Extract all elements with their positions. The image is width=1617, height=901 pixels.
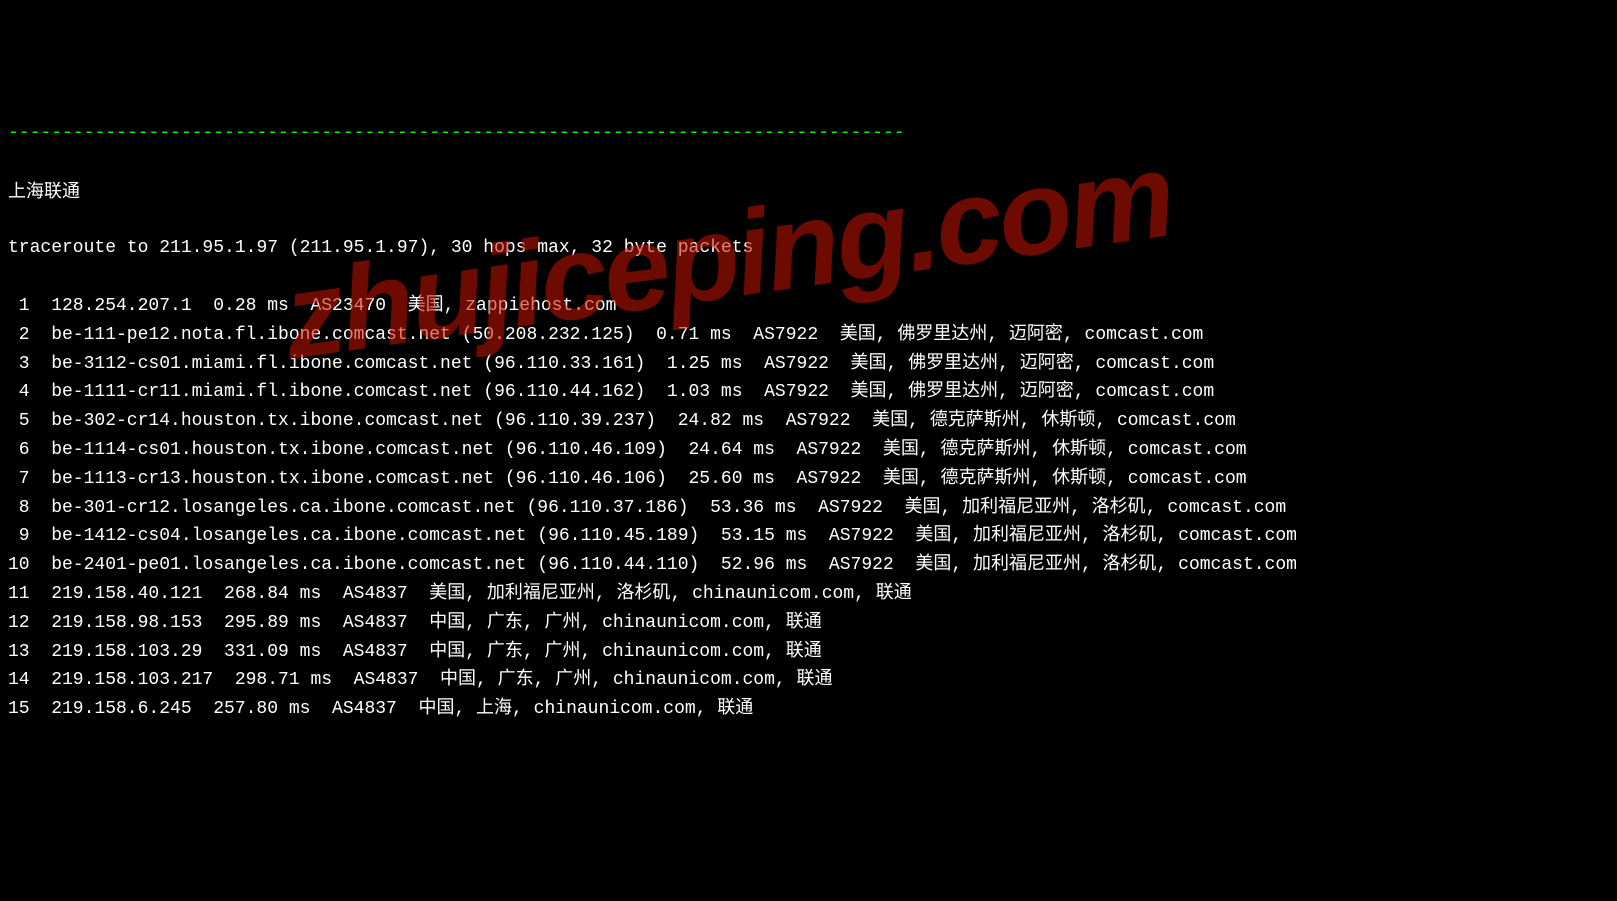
hop-number: 12 — [8, 609, 30, 638]
hop-row: 10 be-2401-pe01.losangeles.ca.ibone.comc… — [8, 551, 1609, 580]
hop-row: 11 219.158.40.121 268.84 ms AS4837 美国, 加… — [8, 580, 1609, 609]
hops-list: 1 128.254.207.1 0.28 ms AS23470 美国, zapp… — [8, 292, 1609, 724]
hop-row: 7 be-1113-cr13.houston.tx.ibone.comcast.… — [8, 465, 1609, 494]
hop-number: 1 — [8, 292, 30, 321]
hop-details: be-2401-pe01.losangeles.ca.ibone.comcast… — [30, 555, 1297, 575]
hop-number: 14 — [8, 666, 30, 695]
hop-details: be-1114-cs01.houston.tx.ibone.comcast.ne… — [30, 440, 1247, 460]
hop-number: 13 — [8, 638, 30, 667]
hop-details: 219.158.98.153 295.89 ms AS4837 中国, 广东, … — [30, 613, 822, 633]
hop-details: be-1412-cs04.losangeles.ca.ibone.comcast… — [30, 526, 1297, 546]
hop-row: 15 219.158.6.245 257.80 ms AS4837 中国, 上海… — [8, 695, 1609, 724]
hop-row: 2 be-111-pe12.nota.fl.ibone.comcast.net … — [8, 321, 1609, 350]
hop-row: 14 219.158.103.217 298.71 ms AS4837 中国, … — [8, 666, 1609, 695]
hop-details: 219.158.103.29 331.09 ms AS4837 中国, 广东, … — [30, 642, 822, 662]
hop-details: 219.158.40.121 268.84 ms AS4837 美国, 加利福尼… — [30, 584, 912, 604]
separator-line: ----------------------------------------… — [8, 119, 1609, 148]
hop-row: 4 be-1111-cr11.miami.fl.ibone.comcast.ne… — [8, 378, 1609, 407]
hop-row: 6 be-1114-cs01.houston.tx.ibone.comcast.… — [8, 436, 1609, 465]
hop-details: be-1113-cr13.houston.tx.ibone.comcast.ne… — [30, 469, 1247, 489]
hop-number: 10 — [8, 551, 30, 580]
hop-details: 219.158.6.245 257.80 ms AS4837 中国, 上海, c… — [30, 699, 754, 719]
hop-number: 4 — [8, 378, 30, 407]
hop-row: 5 be-302-cr14.houston.tx.ibone.comcast.n… — [8, 407, 1609, 436]
hop-details: 128.254.207.1 0.28 ms AS23470 美国, zappie… — [30, 296, 617, 316]
hop-row: 13 219.158.103.29 331.09 ms AS4837 中国, 广… — [8, 638, 1609, 667]
hop-details: be-301-cr12.losangeles.ca.ibone.comcast.… — [30, 498, 1287, 518]
hop-number: 5 — [8, 407, 30, 436]
traceroute-title: 上海联通 — [8, 177, 1609, 206]
hop-row: 12 219.158.98.153 295.89 ms AS4837 中国, 广… — [8, 609, 1609, 638]
hop-details: be-302-cr14.houston.tx.ibone.comcast.net… — [30, 411, 1236, 431]
hop-number: 2 — [8, 321, 30, 350]
hop-row: 8 be-301-cr12.losangeles.ca.ibone.comcas… — [8, 494, 1609, 523]
hop-number: 6 — [8, 436, 30, 465]
hop-number: 3 — [8, 350, 30, 379]
hop-details: 219.158.103.217 298.71 ms AS4837 中国, 广东,… — [30, 670, 833, 690]
traceroute-command: traceroute to 211.95.1.97 (211.95.1.97),… — [8, 234, 1609, 263]
hop-details: be-3112-cs01.miami.fl.ibone.comcast.net … — [30, 354, 1215, 374]
hop-number: 8 — [8, 494, 30, 523]
hop-row: 3 be-3112-cs01.miami.fl.ibone.comcast.ne… — [8, 350, 1609, 379]
hop-row: 1 128.254.207.1 0.28 ms AS23470 美国, zapp… — [8, 292, 1609, 321]
hop-number: 9 — [8, 522, 30, 551]
hop-details: be-111-pe12.nota.fl.ibone.comcast.net (5… — [30, 325, 1204, 345]
hop-number: 7 — [8, 465, 30, 494]
hop-details: be-1111-cr11.miami.fl.ibone.comcast.net … — [30, 382, 1215, 402]
hop-row: 9 be-1412-cs04.losangeles.ca.ibone.comca… — [8, 522, 1609, 551]
hop-number: 15 — [8, 695, 30, 724]
hop-number: 11 — [8, 580, 30, 609]
